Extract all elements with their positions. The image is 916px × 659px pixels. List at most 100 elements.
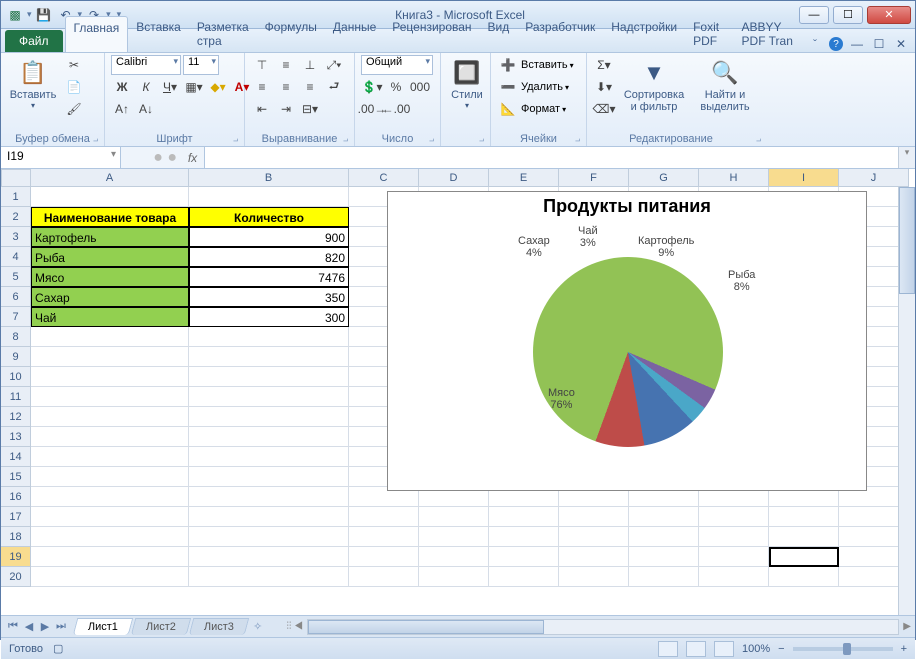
delete-cells-icon[interactable]: ➖ [497,77,519,97]
col-header[interactable]: J [839,169,909,187]
mdi-close-icon[interactable]: ✕ [893,36,909,52]
cell[interactable] [189,567,349,587]
cell[interactable] [189,527,349,547]
sheet-tab[interactable]: Лист2 [131,618,192,635]
row-header[interactable]: 4 [1,247,31,267]
insert-cells-icon[interactable]: ➕ [497,55,519,75]
cell[interactable] [559,547,629,567]
row-header[interactable]: 13 [1,427,31,447]
col-header[interactable]: F [559,169,629,187]
cell[interactable] [419,507,489,527]
col-header[interactable]: E [489,169,559,187]
grow-font-icon[interactable]: A↑ [111,99,133,119]
align-bottom-icon[interactable]: ⊥ [299,55,321,75]
align-left-icon[interactable]: ≡ [251,77,273,97]
zoom-level[interactable]: 100% [742,643,770,655]
row-header[interactable]: 2 [1,207,31,227]
row-header[interactable]: 7 [1,307,31,327]
row-header[interactable]: 16 [1,487,31,507]
col-header[interactable]: A [31,169,189,187]
row-header[interactable]: 20 [1,567,31,587]
minimize-ribbon-icon[interactable]: ˇ [807,36,823,52]
border-button[interactable]: ▦▾ [183,77,205,97]
comma-icon[interactable]: 000 [409,77,431,97]
cell[interactable] [189,187,349,207]
cell[interactable] [31,527,189,547]
col-header[interactable]: B [189,169,349,187]
row-header[interactable]: 14 [1,447,31,467]
increase-indent-icon[interactable]: ⇥ [275,99,297,119]
number-format-combo[interactable]: Общий [361,55,433,75]
cell[interactable] [189,387,349,407]
cell[interactable] [189,367,349,387]
font-size-combo[interactable]: 11 [183,55,219,75]
mdi-minimize-icon[interactable]: — [849,36,865,52]
zoom-in-button[interactable]: + [901,643,907,655]
cell[interactable] [699,567,769,587]
data-cell[interactable]: Чай [31,307,189,327]
ribbon-tab-0[interactable]: Главная [65,16,129,52]
styles-button[interactable]: 🔲 Стили ▾ [447,55,487,112]
zoom-slider[interactable] [793,647,893,651]
cut-icon[interactable]: ✂ [63,55,85,75]
selected-cell[interactable] [769,547,839,567]
ribbon-tab-3[interactable]: Формулы [257,16,325,52]
underline-button[interactable]: Ч▾ [159,77,181,97]
ribbon-tab-9[interactable]: Foxit PDF [685,16,733,52]
cell[interactable] [31,187,189,207]
row-header[interactable]: 10 [1,367,31,387]
cell[interactable] [629,567,699,587]
bold-button[interactable]: Ж [111,77,133,97]
data-cell[interactable]: 7476 [189,267,349,287]
new-sheet-icon[interactable]: ✧ [253,620,262,633]
sheet-tab[interactable]: Лист1 [73,618,134,635]
data-cell[interactable]: Мясо [31,267,189,287]
cell[interactable] [189,327,349,347]
clear-icon[interactable]: ⌫▾ [593,99,615,119]
align-middle-icon[interactable]: ≡ [275,55,297,75]
ribbon-tab-4[interactable]: Данные [325,16,384,52]
data-cell[interactable]: 900 [189,227,349,247]
autosum-icon[interactable]: Σ▾ [593,55,615,75]
ribbon-tab-8[interactable]: Надстройки [603,16,685,52]
align-right-icon[interactable]: ≡ [299,77,321,97]
data-cell[interactable]: Сахар [31,287,189,307]
currency-icon[interactable]: 💲▾ [361,77,383,97]
cell[interactable] [31,387,189,407]
ribbon-tab-10[interactable]: ABBYY PDF Tran [734,16,807,52]
col-header[interactable]: G [629,169,699,187]
cell[interactable] [349,527,419,547]
cell[interactable] [629,507,699,527]
cell[interactable] [559,527,629,547]
row-header[interactable]: 3 [1,227,31,247]
cell[interactable] [31,407,189,427]
ribbon-tab-1[interactable]: Вставка [128,16,189,52]
decrease-indent-icon[interactable]: ⇤ [251,99,273,119]
col-header[interactable]: C [349,169,419,187]
cell[interactable] [489,547,559,567]
increase-decimal-icon[interactable]: .00→ [361,99,383,119]
sheet-tab[interactable]: Лист3 [189,618,250,635]
cell[interactable] [189,427,349,447]
help-icon[interactable]: ? [829,37,843,51]
col-header[interactable]: I [769,169,839,187]
data-cell[interactable]: Рыба [31,247,189,267]
row-header[interactable]: 19 [1,547,31,567]
cell[interactable] [31,427,189,447]
cell[interactable] [559,567,629,587]
page-break-view-button[interactable] [714,641,734,657]
data-cell[interactable]: Наименование товара [31,207,189,227]
cell[interactable] [31,347,189,367]
cell[interactable] [31,447,189,467]
data-cell[interactable]: Количество [189,207,349,227]
vertical-scrollbar[interactable] [898,187,915,615]
cell[interactable] [189,547,349,567]
cell[interactable] [769,527,839,547]
row-header[interactable]: 12 [1,407,31,427]
data-cell[interactable]: 350 [189,287,349,307]
mdi-restore-icon[interactable]: ☐ [871,36,887,52]
save-icon[interactable]: 💾 [34,5,54,25]
decrease-decimal-icon[interactable]: ←.00 [385,99,407,119]
cell[interactable] [31,507,189,527]
cell[interactable] [349,547,419,567]
